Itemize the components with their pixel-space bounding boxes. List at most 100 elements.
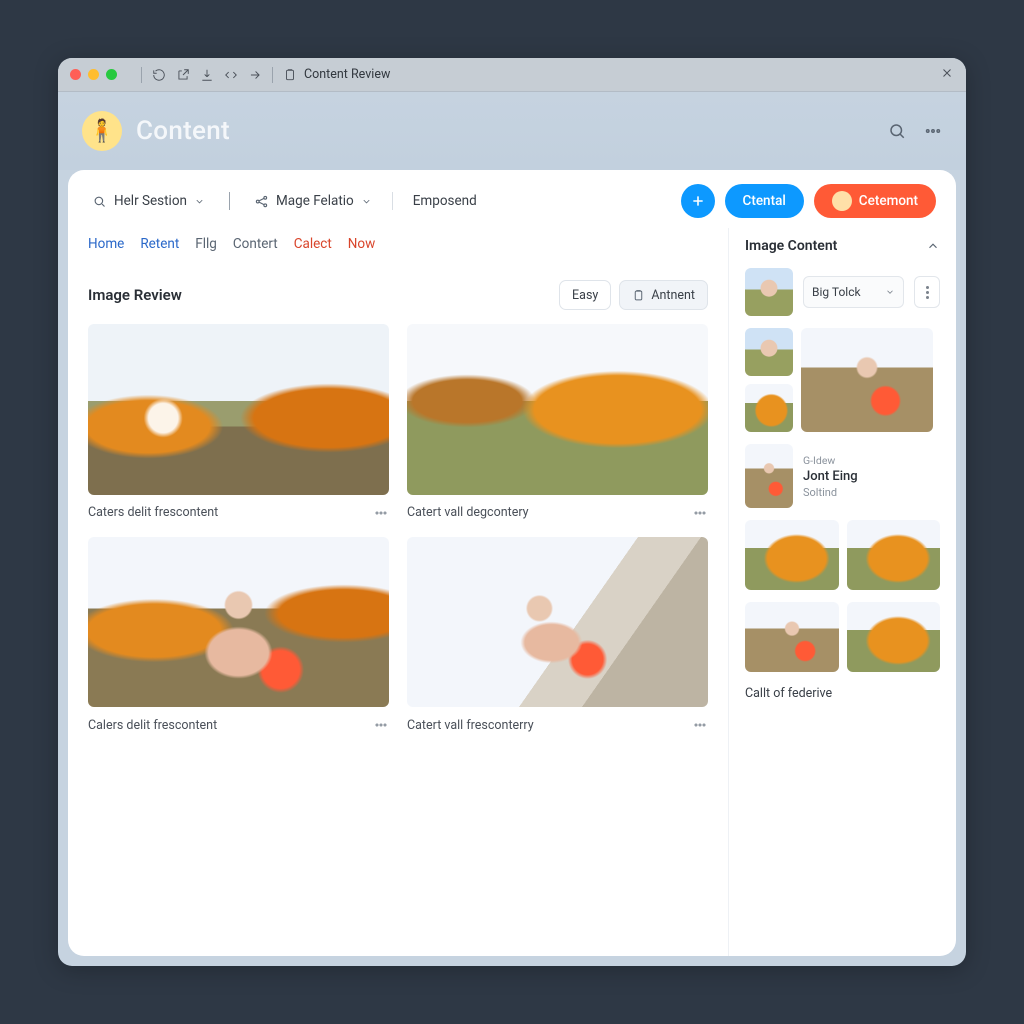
more-icon[interactable] xyxy=(373,505,389,521)
avatar xyxy=(832,191,852,211)
avatar-emoji: 🧍 xyxy=(88,119,115,144)
sidebar-footer: Callt of federive xyxy=(745,686,940,701)
download-icon[interactable] xyxy=(200,68,214,82)
sidebar-pair-2 xyxy=(745,602,940,672)
add-button[interactable] xyxy=(681,184,715,218)
share-icon xyxy=(254,194,269,209)
divider xyxy=(141,67,142,83)
chevron-up-icon[interactable] xyxy=(926,239,940,253)
clipboard-icon xyxy=(632,289,645,302)
close-icon xyxy=(940,66,954,80)
tab-now[interactable]: Now xyxy=(348,236,375,252)
traffic-lights xyxy=(70,69,117,80)
window-min-dot[interactable] xyxy=(88,69,99,80)
window-max-dot[interactable] xyxy=(106,69,117,80)
sidebar-select-row: Big Tolck xyxy=(745,268,940,316)
titlebar-title: Content Review xyxy=(283,67,390,82)
meta-line1: G-Idew xyxy=(803,454,858,467)
chip-antnent[interactable]: Antnent xyxy=(619,280,708,310)
main-panel: Home Retent Fllg Contert Calect Now Imag… xyxy=(68,228,728,956)
chip-label: Antnent xyxy=(651,288,695,303)
tab-calect[interactable]: Calect xyxy=(294,236,332,252)
image-tile[interactable]: Caters delit frescontent xyxy=(88,324,389,521)
select-value: Big Tolck xyxy=(812,285,861,299)
chevron-down-icon xyxy=(885,287,895,297)
thumbnail xyxy=(407,324,708,495)
button-label: Cetemont xyxy=(859,193,918,209)
more-icon[interactable] xyxy=(692,717,708,733)
chip-easy[interactable]: Easy xyxy=(559,280,611,310)
thumbnail[interactable] xyxy=(745,384,793,432)
open-external-icon[interactable] xyxy=(176,68,190,82)
brand-title: Content xyxy=(136,116,230,146)
image-tile[interactable]: Calers delit frescontent xyxy=(88,537,389,734)
more-icon[interactable] xyxy=(373,717,389,733)
divider xyxy=(392,192,393,210)
filter-emposend[interactable]: Emposend xyxy=(409,187,481,215)
section-title: Image Review xyxy=(88,286,182,304)
more-icon[interactable] xyxy=(924,122,942,140)
ctental-button[interactable]: Ctental xyxy=(725,184,804,218)
window-close-button[interactable] xyxy=(940,66,954,84)
button-label: Ctental xyxy=(743,193,786,209)
search-icon xyxy=(92,194,107,209)
filter-label: Helr Sestion xyxy=(114,193,187,209)
thumbnail xyxy=(407,537,708,708)
image-tile[interactable]: Catert vall degcontery xyxy=(407,324,708,521)
toolbar: Helr Sestion Mage Felatio Emposend Ctent… xyxy=(68,170,956,228)
titlebar: Content Review xyxy=(58,58,966,92)
more-icon[interactable] xyxy=(692,505,708,521)
meta-line2: Jont Eing xyxy=(803,469,858,484)
window-title-text: Content Review xyxy=(304,67,390,82)
cetemont-button[interactable]: Cetemont xyxy=(814,184,936,218)
tab-bar: Home Retent Fllg Contert Calect Now xyxy=(88,228,708,268)
thumbnail xyxy=(88,324,389,495)
search-icon[interactable] xyxy=(888,122,906,140)
meta-line3: Soltind xyxy=(803,486,858,499)
brand-avatar[interactable]: 🧍 xyxy=(82,111,122,151)
filter-relation-dropdown[interactable]: Mage Felatio xyxy=(250,187,376,215)
filter-section-dropdown[interactable]: Helr Sestion xyxy=(88,187,209,215)
filter-label: Mage Felatio xyxy=(276,193,354,209)
thumbnail[interactable] xyxy=(847,520,941,590)
sidebar-select[interactable]: Big Tolck xyxy=(803,276,904,308)
forward-icon[interactable] xyxy=(248,68,262,82)
sidebar-meta-row: G-Idew Jont Eing Soltind xyxy=(745,444,940,508)
chevron-down-icon xyxy=(361,196,372,207)
tile-caption: Catert vall fresconterry xyxy=(407,718,534,733)
thumbnail[interactable] xyxy=(847,602,941,672)
sidebar-more-button[interactable] xyxy=(914,276,940,308)
tile-caption: Catert vall degcontery xyxy=(407,505,529,520)
thumbnail[interactable] xyxy=(745,444,793,508)
sidebar-pair-1 xyxy=(745,520,940,590)
plus-icon xyxy=(690,193,706,209)
app-header: 🧍 Content xyxy=(58,92,966,170)
tab-retent[interactable]: Retent xyxy=(140,236,179,252)
thumbnail xyxy=(88,537,389,708)
thumbnail[interactable] xyxy=(745,328,793,376)
refresh-icon[interactable] xyxy=(152,68,166,82)
tab-home[interactable]: Home xyxy=(88,236,124,252)
thumbnail-large[interactable] xyxy=(801,328,933,432)
thumbnail[interactable] xyxy=(745,520,839,590)
thumbnail[interactable] xyxy=(745,602,839,672)
sidebar-header: Image Content xyxy=(745,238,940,254)
image-tile[interactable]: Catert vall fresconterry xyxy=(407,537,708,734)
tab-fllg[interactable]: Fllg xyxy=(195,236,217,252)
sidebar: Image Content Big Tolck xyxy=(728,228,956,956)
divider xyxy=(272,67,273,83)
window-close-dot[interactable] xyxy=(70,69,81,80)
tile-caption: Calers delit frescontent xyxy=(88,718,217,733)
thumbnail[interactable] xyxy=(745,268,793,316)
clipboard-icon xyxy=(283,68,297,82)
code-icon[interactable] xyxy=(224,68,238,82)
titlebar-tools xyxy=(152,68,262,82)
app-window: Content Review 🧍 Content Helr Sestion xyxy=(58,58,966,966)
tab-contert[interactable]: Contert xyxy=(233,236,278,252)
image-grid: Caters delit frescontent Catert vall deg… xyxy=(88,324,708,733)
filter-label: Emposend xyxy=(413,193,477,209)
sidebar-title: Image Content xyxy=(745,238,837,254)
divider xyxy=(229,192,230,210)
tile-caption: Caters delit frescontent xyxy=(88,505,218,520)
sidebar-grid-1 xyxy=(745,328,940,432)
